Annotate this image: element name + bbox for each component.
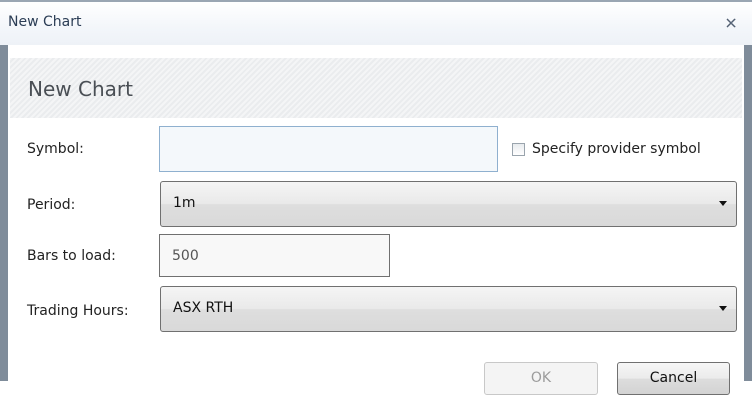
chevron-down-icon (719, 201, 727, 206)
period-label: Period: (27, 197, 76, 213)
bars-to-load-label: Bars to load: (27, 248, 116, 264)
window-title: New Chart (8, 14, 82, 30)
provider-symbol-label: Specify provider symbol (532, 141, 701, 157)
period-value: 1m (173, 195, 196, 211)
bars-to-load-input[interactable] (159, 234, 390, 277)
period-select[interactable]: 1m (160, 181, 737, 227)
title-bar[interactable]: New Chart (0, 0, 752, 45)
checkbox-box[interactable] (512, 142, 525, 156)
chevron-down-icon (719, 306, 727, 311)
ok-button[interactable]: OK (484, 362, 598, 395)
cancel-button[interactable]: Cancel (617, 362, 730, 395)
provider-symbol-checkbox[interactable]: Specify provider symbol (512, 139, 701, 159)
symbol-input[interactable] (159, 126, 498, 172)
trading-hours-label: Trading Hours: (27, 303, 129, 319)
close-icon[interactable] (724, 16, 738, 30)
symbol-label: Symbol: (27, 141, 84, 157)
dialog-heading: New Chart (28, 77, 133, 101)
trading-hours-value: ASX RTH (173, 300, 234, 316)
trading-hours-select[interactable]: ASX RTH (160, 286, 737, 332)
dialog-header: New Chart (10, 58, 742, 118)
new-chart-dialog: New Chart New Chart Symbol: Specify prov… (0, 0, 752, 417)
